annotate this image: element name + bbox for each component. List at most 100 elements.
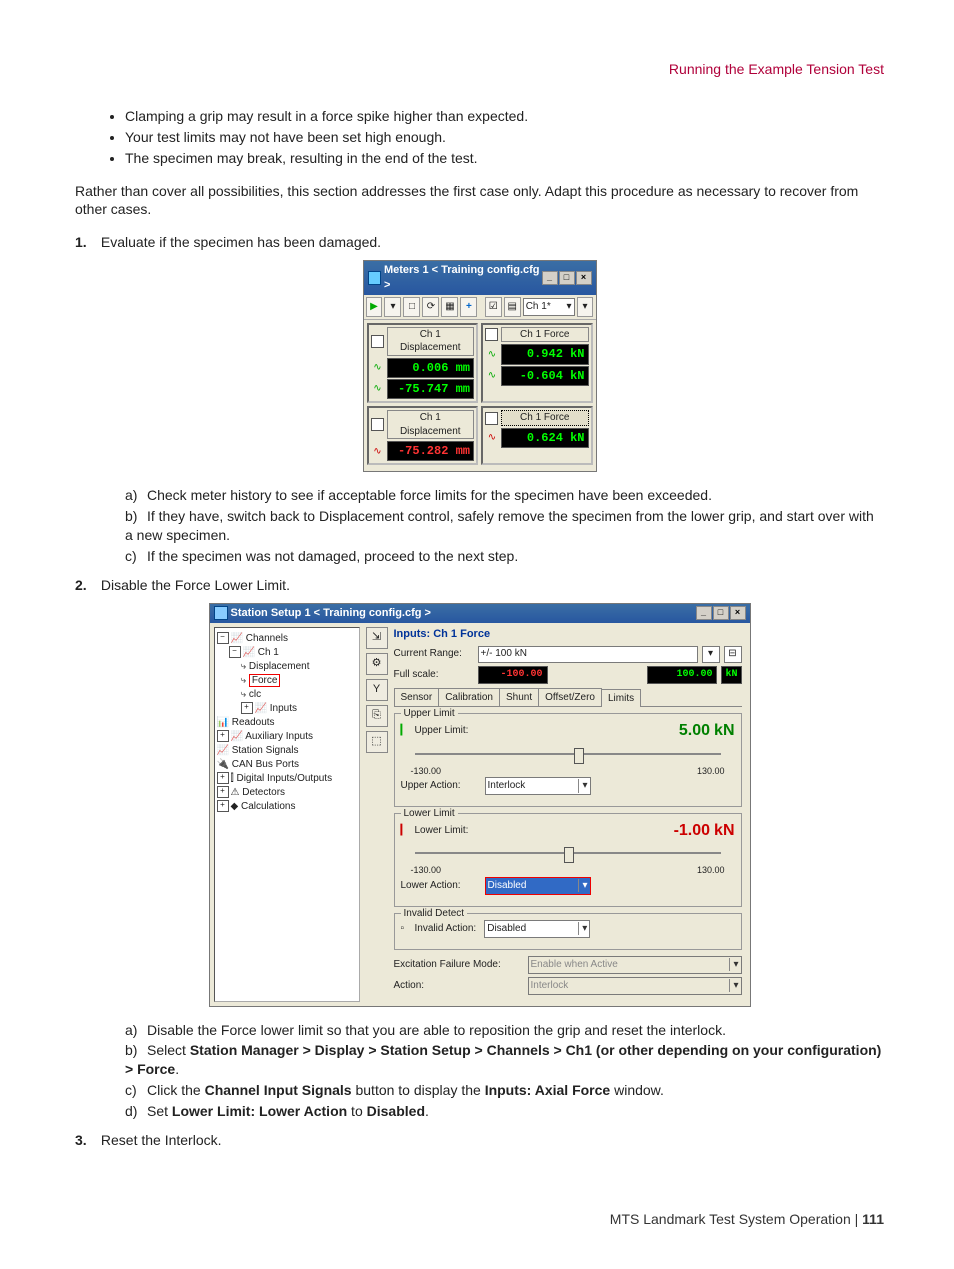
lower-limit-group: Lower Limit ▎ Lower Limit: -1.00 kN: [394, 813, 742, 907]
substep-1c: c)If the specimen was not damaged, proce…: [125, 547, 884, 566]
step-text: Reset the Interlock.: [101, 1132, 222, 1148]
tool-button[interactable]: ⬚: [366, 731, 388, 753]
nav-tree[interactable]: −📈 Channels −📈 Ch 1 ⤷ Displacement ⤷ For…: [214, 627, 360, 1002]
tool-button[interactable]: ⇲: [366, 627, 388, 649]
page-header-section: Running the Example Tension Test: [70, 60, 884, 79]
tab-shunt[interactable]: Shunt: [499, 688, 539, 707]
current-range-label: Current Range:: [394, 647, 474, 661]
limit-marker-icon: ▎: [401, 824, 411, 838]
efm-label: Excitation Failure Mode:: [394, 958, 524, 972]
meter-checkbox[interactable]: [371, 335, 384, 348]
grid-button[interactable]: ▦: [441, 297, 458, 317]
upper-limit-slider[interactable]: [401, 745, 735, 763]
maximize-button[interactable]: □: [559, 271, 575, 285]
footer-book-title: MTS Landmark Test System Operation: [610, 1211, 851, 1227]
bullet-item: Your test limits may not have been set h…: [125, 128, 884, 147]
meter-label-button[interactable]: Ch 1 Displacement: [387, 410, 475, 439]
sine-icon: ∿: [371, 361, 385, 375]
tab-limits[interactable]: Limits: [601, 689, 641, 708]
app-icon: [368, 271, 381, 285]
meter-label-button[interactable]: Ch 1 Force: [501, 327, 589, 343]
minimize-button[interactable]: _: [542, 271, 558, 285]
dropdown-arrow-icon[interactable]: ▾: [702, 646, 720, 663]
refresh-button[interactable]: ⟳: [422, 297, 439, 317]
tab-calibration[interactable]: Calibration: [438, 688, 500, 707]
limit-marker-icon: ▎: [401, 724, 411, 738]
upper-limit-value: 5.00: [472, 720, 710, 742]
action-label: Action:: [394, 979, 524, 993]
close-button[interactable]: ×: [576, 271, 592, 285]
tree-node-force[interactable]: Force: [249, 674, 281, 687]
window-title: Meters 1 < Training config.cfg >: [384, 263, 542, 293]
lower-limit-slider[interactable]: [401, 844, 735, 862]
intro-paragraph: Rather than cover all possibilities, thi…: [70, 182, 884, 220]
upper-limit-label: Upper Limit:: [415, 724, 469, 738]
meter-value: 0.006 mm: [387, 358, 475, 378]
toolbar-button[interactable]: ▤: [504, 297, 521, 317]
minimize-button[interactable]: _: [696, 606, 712, 620]
maximize-button[interactable]: □: [713, 606, 729, 620]
close-button[interactable]: ×: [730, 606, 746, 620]
invalid-action-label: Invalid Action:: [415, 922, 477, 936]
step-2: 2. Disable the Force Lower Limit. Statio…: [75, 576, 884, 1121]
lower-action-label: Lower Action:: [401, 879, 481, 893]
full-scale-high: 100.00: [647, 666, 717, 684]
toolbar-button[interactable]: ▾: [384, 297, 401, 317]
meter-value: 0.942 kN: [501, 344, 589, 364]
invalid-action-combo[interactable]: Disabled▾: [484, 920, 590, 938]
add-button[interactable]: +: [460, 297, 477, 317]
channel-combo[interactable]: Ch 1*▾: [523, 298, 575, 316]
sine-icon: ∿: [371, 444, 385, 458]
intro-bullet-list: Clamping a grip may result in a force sp…: [70, 107, 884, 168]
full-scale-low: -100.00: [478, 666, 548, 684]
lower-action-combo[interactable]: Disabled▾: [485, 877, 591, 895]
tool-button[interactable]: ⎘: [366, 705, 388, 727]
step-number: 1.: [75, 233, 97, 252]
marker-icon: ▫: [401, 922, 411, 936]
meters-toolbar: ▶ ▾ □ ⟳ ▦ + ☑ ▤ Ch 1*▾ ▾: [364, 295, 596, 320]
aux-button[interactable]: ⊟: [724, 646, 742, 663]
meter-checkbox[interactable]: [485, 328, 498, 341]
toolbar-button[interactable]: □: [403, 297, 420, 317]
meter-label-button[interactable]: Ch 1 Displacement: [387, 327, 475, 356]
tool-column: ⇲ ⚙ Y ⎘ ⬚: [364, 623, 390, 1006]
meter-ch1-force: Ch 1 Force ∿0.942 kN ∿-0.604 kN: [481, 323, 593, 403]
step-1: 1. Evaluate if the specimen has been dam…: [75, 233, 884, 566]
lower-limit-value: -1.00: [472, 820, 710, 842]
tool-button[interactable]: Y: [366, 679, 388, 701]
step-number: 2.: [75, 576, 97, 595]
lower-limit-label: Lower Limit:: [415, 824, 469, 838]
window-title: Station Setup 1 < Training config.cfg >: [231, 606, 431, 621]
meter-ch1-displacement: Ch 1 Displacement ∿0.006 mm ∿-75.747 mm: [367, 323, 479, 403]
efm-combo: Enable when Active▾: [528, 956, 742, 974]
substep-2a: a)Disable the Force lower limit so that …: [125, 1021, 884, 1040]
play-button[interactable]: ▶: [366, 297, 383, 317]
window-titlebar[interactable]: Station Setup 1 < Training config.cfg > …: [210, 604, 750, 623]
meter-ch1-force-2: Ch 1 Force ∿0.624 kN: [481, 406, 593, 465]
meter-label-button[interactable]: Ch 1 Force: [501, 410, 589, 426]
step-text: Disable the Force Lower Limit.: [101, 577, 290, 593]
upper-limit-group: Upper Limit ▎ Upper Limit: 5.00 kN: [394, 713, 742, 807]
meter-checkbox[interactable]: [485, 412, 498, 425]
meter-value: -75.282 mm: [387, 441, 475, 461]
unit-label: kN: [714, 820, 734, 842]
current-range-combo[interactable]: +/- 100 kN: [478, 646, 698, 663]
upper-action-label: Upper Action:: [401, 779, 481, 793]
sine-icon: ∿: [485, 369, 499, 383]
unit-label: kN: [714, 720, 734, 742]
toolbar-button[interactable]: ▾: [577, 297, 594, 317]
tab-sensor[interactable]: Sensor: [394, 688, 440, 707]
tool-button[interactable]: ⚙: [366, 653, 388, 675]
footer-page-number: 111: [862, 1211, 884, 1227]
upper-action-combo[interactable]: Interlock▾: [485, 777, 591, 795]
inputs-panel: Inputs: Ch 1 Force Current Range: +/- 10…: [390, 623, 750, 1006]
bullet-item: The specimen may break, resulting in the…: [125, 149, 884, 168]
unit-label: kN: [721, 666, 741, 684]
action-combo: Interlock▾: [528, 977, 742, 995]
meter-checkbox[interactable]: [371, 418, 384, 431]
window-titlebar[interactable]: Meters 1 < Training config.cfg > _ □ ×: [364, 261, 596, 295]
step-text: Evaluate if the specimen has been damage…: [101, 234, 381, 250]
check-toggle[interactable]: ☑: [485, 297, 502, 317]
invalid-detect-group: Invalid Detect ▫ Invalid Action: Disable…: [394, 913, 742, 950]
tab-offsetzero[interactable]: Offset/Zero: [538, 688, 602, 707]
